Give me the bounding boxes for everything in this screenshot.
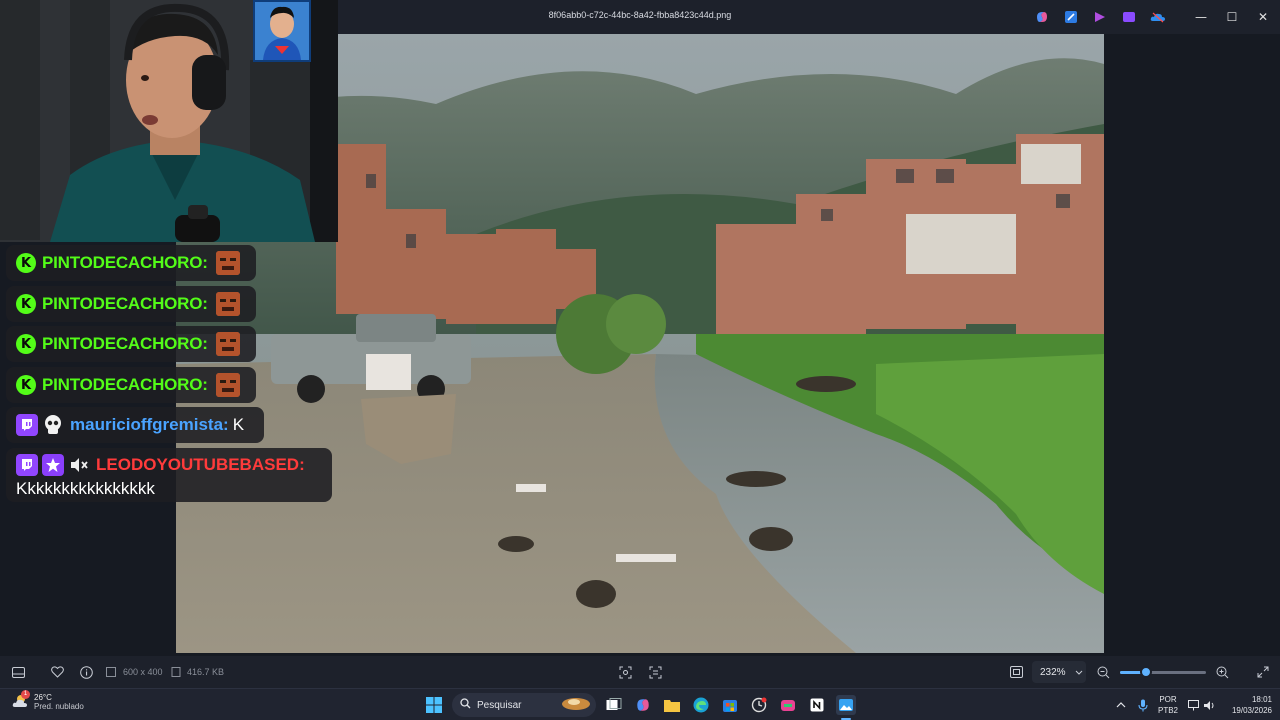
volume-icon[interactable] xyxy=(1199,695,1219,715)
designer-icon[interactable] xyxy=(1119,8,1138,25)
game-app-icon[interactable] xyxy=(778,695,798,715)
language-indicator-top[interactable]: POR xyxy=(1152,695,1184,704)
skull-icon xyxy=(42,414,64,436)
chat-username: LEODOYOUTUBEBASED: xyxy=(96,455,305,474)
copilot-icon[interactable] xyxy=(1032,8,1051,25)
visual-search-icon[interactable] xyxy=(617,664,633,680)
favorite-heart-icon[interactable] xyxy=(49,664,65,680)
chat-message: LEODOYOUTUBEBASED: Kkkkkkkkkkkkkkkk xyxy=(6,448,332,502)
chat-message: K PINTODECACHORO: xyxy=(6,245,256,281)
fit-to-window-icon[interactable] xyxy=(1008,664,1024,680)
window-title: 8f06abb0-c72c-44bc-8a42-fbba8423c44d.png xyxy=(548,10,732,20)
mute-icon xyxy=(68,454,90,476)
image-size-icon xyxy=(105,664,117,680)
edit-image-icon[interactable] xyxy=(1061,8,1080,25)
kick-icon: K xyxy=(16,294,36,314)
kick-icon: K xyxy=(16,334,36,354)
weather-widget[interactable]: 1 26°C Pred. nublado xyxy=(12,690,84,711)
webcam-overlay xyxy=(0,0,338,242)
chat-username: PINTODECACHORO: xyxy=(42,253,208,272)
search-icon xyxy=(460,696,471,714)
zoom-dropdown[interactable]: 232% xyxy=(1032,661,1086,683)
chat-username: PINTODECACHORO: xyxy=(42,294,208,313)
zoom-in-icon[interactable] xyxy=(1214,664,1230,680)
clock-date[interactable]: 19/03/2026 xyxy=(1222,706,1272,715)
language-indicator-bottom[interactable]: PTB2 xyxy=(1152,706,1184,715)
angry-face-emote xyxy=(215,292,240,316)
twitch-icon xyxy=(16,454,38,476)
windows-start-icon[interactable] xyxy=(424,695,444,715)
zoom-value: 232% xyxy=(1040,666,1066,678)
zoom-slider-thumb[interactable] xyxy=(1139,666,1152,678)
clock-time[interactable]: 18:01 xyxy=(1232,695,1272,704)
angry-face-emote xyxy=(215,332,240,356)
clock-app-icon[interactable] xyxy=(749,695,769,715)
fullscreen-icon[interactable] xyxy=(1255,664,1271,680)
chevron-down-icon xyxy=(1075,667,1083,678)
file-size-icon xyxy=(170,664,182,680)
zoom-out-icon[interactable] xyxy=(1095,664,1111,680)
viewer-toolbar: 600 x 400 416.7 KB 232% xyxy=(0,656,1280,688)
weather-cloud-icon: 1 xyxy=(12,690,30,711)
weather-temp: 26°C xyxy=(34,693,52,702)
chat-message: mauricioffgremista: K xyxy=(6,407,264,443)
maximize-button[interactable]: ☐ xyxy=(1215,6,1249,28)
search-highlight-icon xyxy=(560,694,592,717)
taskbar-search[interactable]: Pesquisar xyxy=(452,693,596,717)
file-explorer-icon[interactable] xyxy=(662,695,682,715)
superhero-avatar-thumbnail xyxy=(253,0,311,62)
clipchamp-icon[interactable] xyxy=(1090,8,1109,25)
star-badge-icon xyxy=(42,454,64,476)
edge-browser-icon[interactable] xyxy=(691,695,711,715)
photos-app-icon[interactable] xyxy=(836,695,856,715)
onedrive-icon[interactable] xyxy=(1148,8,1167,25)
zoom-slider[interactable] xyxy=(1120,666,1206,678)
weather-description: Pred. nublado xyxy=(34,702,84,711)
chat-message: K PINTODECACHORO: xyxy=(6,326,256,362)
chat-username: PINTODECACHORO: xyxy=(42,375,208,394)
windows-taskbar: 1 26°C Pred. nublado Pesquisar POR PTB2 … xyxy=(0,688,1280,720)
kick-icon: K xyxy=(16,253,36,273)
kick-icon: K xyxy=(16,375,36,395)
chat-username: PINTODECACHORO: xyxy=(42,334,208,353)
image-dimensions: 600 x 400 xyxy=(123,667,163,677)
weather-notification-badge: 1 xyxy=(21,690,30,699)
chat-message: K PINTODECACHORO: xyxy=(6,367,256,403)
title-app-icons xyxy=(1032,8,1167,25)
chat-username: mauricioffgremista: xyxy=(70,415,229,434)
close-button[interactable]: ✕ xyxy=(1246,6,1280,28)
copilot-taskbar-icon[interactable] xyxy=(633,695,653,715)
info-icon[interactable] xyxy=(78,664,94,680)
file-size: 416.7 KB xyxy=(187,667,225,677)
chat-message: K PINTODECACHORO: xyxy=(6,286,256,322)
show-hidden-icons-chevron-icon[interactable] xyxy=(1111,695,1131,715)
task-view-icon[interactable] xyxy=(604,695,624,715)
search-placeholder: Pesquisar xyxy=(477,699,522,711)
chat-text: Kkkkkkkkkkkkkkkk xyxy=(16,479,155,498)
angry-face-emote xyxy=(215,373,240,397)
notion-app-icon[interactable] xyxy=(807,695,827,715)
microphone-icon[interactable] xyxy=(1133,695,1153,715)
scan-text-icon[interactable] xyxy=(647,664,663,680)
minimize-button[interactable]: — xyxy=(1184,6,1218,28)
filmstrip-icon[interactable] xyxy=(10,664,26,680)
twitch-icon xyxy=(16,414,38,436)
screen: 8f06abb0-c72c-44bc-8a42-fbba8423c44d.png… xyxy=(0,0,1280,720)
chat-text: K xyxy=(232,415,245,434)
ms-store-icon[interactable] xyxy=(720,695,740,715)
angry-face-emote xyxy=(215,251,240,275)
